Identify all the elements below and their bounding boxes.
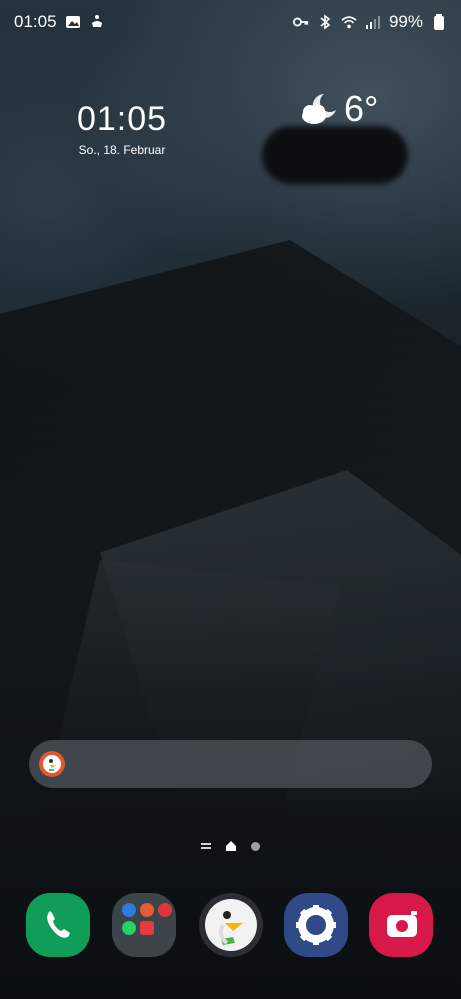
whatsapp-icon — [122, 921, 136, 935]
clock-time: 01:05 — [76, 100, 168, 138]
clock-widget[interactable]: 01:05 So., 18. Februar — [62, 100, 182, 157]
status-bar[interactable]: 01:05 99% — [0, 0, 461, 44]
search-bar[interactable] — [29, 740, 432, 788]
camera-icon — [387, 911, 417, 937]
bluetooth-icon — [320, 14, 331, 30]
phone-icon — [47, 911, 70, 938]
settings-app-icon[interactable] — [284, 893, 348, 957]
messages-icon — [122, 903, 136, 917]
phone-app-icon[interactable] — [26, 893, 90, 957]
duck-icon — [205, 899, 257, 951]
app-folder[interactable] — [112, 893, 176, 957]
status-time: 01:05 — [14, 12, 57, 31]
vpn-key-icon — [292, 17, 309, 27]
gallery-icon — [65, 16, 80, 28]
duckduckgo-app-icon[interactable] — [199, 893, 263, 957]
accessibility-icon — [91, 15, 102, 27]
flipboard-icon — [140, 921, 154, 935]
home-icon[interactable] — [225, 840, 237, 852]
page-dot[interactable] — [251, 841, 260, 851]
mail-icon — [158, 903, 172, 917]
gear-icon — [296, 905, 336, 945]
app-dock — [0, 890, 461, 960]
contacts-icon — [140, 903, 154, 917]
wifi-icon — [341, 16, 357, 29]
clock-date: So., 18. Februar — [78, 143, 166, 157]
temperature: 6° — [344, 88, 379, 129]
menu-icon[interactable] — [201, 841, 211, 851]
duckduckgo-icon — [39, 751, 65, 777]
cloudy-night-icon — [302, 94, 336, 124]
page-indicator[interactable] — [0, 840, 461, 852]
weather-widget[interactable]: 6° — [298, 88, 378, 130]
signal-icon — [365, 16, 380, 29]
battery-percent: 99% — [388, 12, 423, 31]
camera-app-icon[interactable] — [369, 893, 433, 957]
redacted-location-blob — [262, 126, 408, 184]
battery-icon — [434, 14, 444, 30]
